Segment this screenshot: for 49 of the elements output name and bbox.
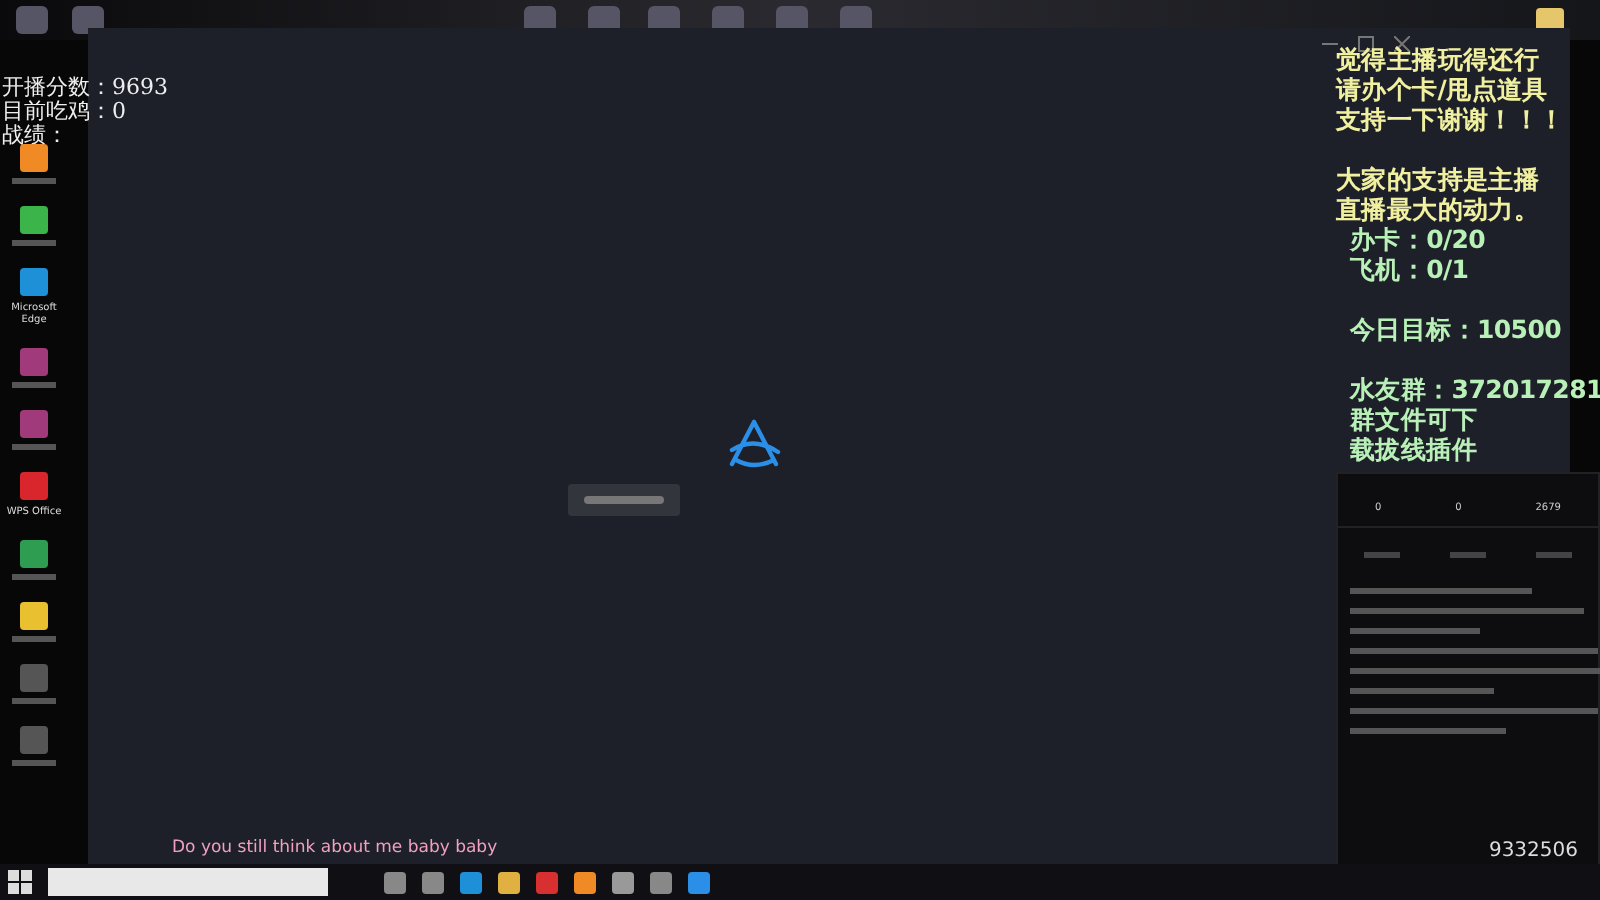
desktop-app-icon[interactable] — [20, 602, 48, 630]
blurred-label — [12, 444, 56, 450]
triangle-logo-icon — [724, 416, 784, 472]
desktop-app-icon[interactable] — [20, 144, 48, 172]
overlay-notice-text: 大家的支持是主播 — [1336, 164, 1542, 194]
overlay-notice-text: 觉得主播玩得还行 — [1336, 44, 1542, 74]
stream-stat-text: 开播分数：9693 — [2, 76, 168, 100]
desktop-app-icon[interactable] — [20, 664, 48, 692]
desktop-app-icon[interactable] — [20, 726, 48, 754]
taskbar-app-icon[interactable] — [498, 871, 520, 893]
taskbar-app-icon[interactable] — [384, 871, 406, 893]
overlay-notice-text: 直播最大的动力。 — [1336, 194, 1542, 224]
overlay-stat-text: 载拔线插件 — [1348, 434, 1480, 464]
app-icon[interactable] — [16, 6, 48, 34]
stream-stat-text: 战绩： — [2, 124, 70, 148]
desktop-app-icon[interactable] — [20, 472, 48, 500]
room-id-text: 9332506 — [1488, 840, 1578, 862]
desktop-app-icon[interactable] — [20, 206, 48, 234]
blurred-label — [12, 698, 56, 704]
blurred-label — [12, 574, 56, 580]
taskbar-app-icon[interactable] — [688, 871, 710, 893]
loading-toast — [568, 484, 680, 516]
taskbar-app-icon[interactable] — [650, 871, 672, 893]
overlay-notice-text: 支持一下谢谢！！！ — [1336, 104, 1567, 134]
blurred-label — [12, 382, 56, 388]
overlay-notice-text: 请办个卡/甩点道具 — [1336, 74, 1550, 104]
windows-start-icon[interactable] — [8, 870, 32, 894]
taskbar-app-icon[interactable] — [422, 871, 444, 893]
desktop-app-icon[interactable] — [20, 540, 48, 568]
lyrics-text: Do you still think about me baby baby — [172, 838, 498, 858]
search-field[interactable] — [48, 868, 328, 896]
overlay-stat-text: 群文件可下 — [1348, 404, 1480, 434]
blurred-chat-line — [1350, 628, 1480, 634]
stream-stat-text: 目前吃鸡：0 — [2, 100, 128, 124]
desktop-app-icon[interactable] — [20, 410, 48, 438]
blurred-label — [12, 240, 56, 246]
desktop-app-icon[interactable] — [20, 268, 48, 296]
overlay-stat-text: 飞机：0/1 — [1348, 254, 1471, 284]
taskbar-app-icon[interactable] — [574, 871, 596, 893]
overlay-stat-text: 今日目标：10500 — [1348, 314, 1563, 344]
blurred-label — [12, 178, 56, 184]
taskbar-app-icon[interactable] — [536, 871, 558, 893]
blurred-label — [12, 760, 56, 766]
desktop-app-icon[interactable] — [20, 348, 48, 376]
taskbar-app-icon[interactable] — [460, 871, 482, 893]
blurred-label — [12, 636, 56, 642]
overlay-stat-text: 办卡：0/20 — [1347, 224, 1488, 254]
taskbar-app-icon[interactable] — [612, 871, 634, 893]
blurred-chat-line — [1350, 688, 1493, 694]
